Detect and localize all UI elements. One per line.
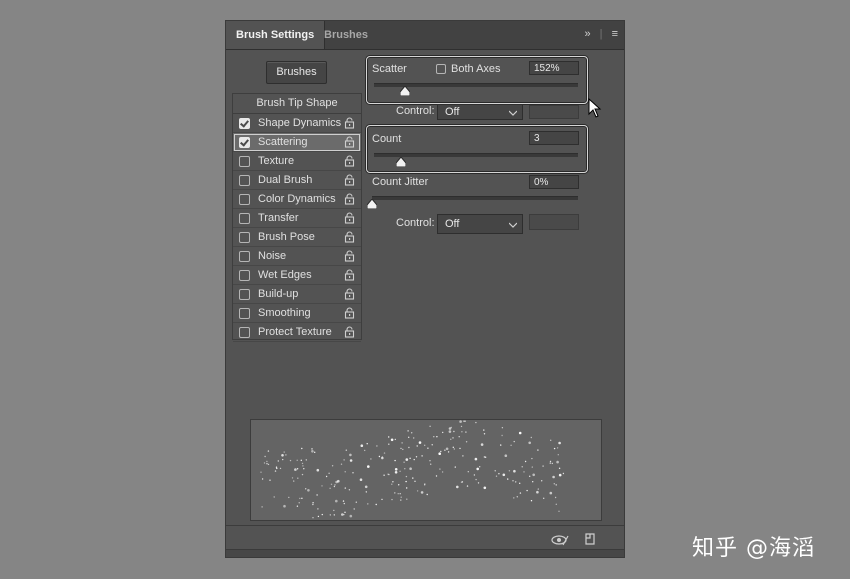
control-2-select[interactable]: Off — [437, 214, 523, 234]
new-brush-icon[interactable] — [584, 533, 596, 545]
list-item-brush-tip-shape[interactable]: Brush Tip Shape — [233, 94, 361, 114]
count-label: Count — [372, 133, 402, 145]
list-item[interactable]: Wet Edges — [233, 266, 361, 285]
list-item-checkbox[interactable] — [239, 289, 250, 300]
list-item[interactable]: Brush Pose — [233, 228, 361, 247]
lock-icon[interactable] — [344, 117, 355, 129]
brushes-button[interactable]: Brushes — [266, 61, 327, 84]
brush-settings-panel: Brush Settings Brushes » | ≡ Brushes Bru… — [225, 20, 625, 558]
list-item[interactable]: Smoothing — [233, 304, 361, 323]
list-item-label: Shape Dynamics — [258, 117, 342, 129]
scattering-settings: Scatter Both Axes 152% Control: Off Coun… — [366, 51, 624, 281]
list-item-checkbox[interactable] — [239, 118, 250, 129]
panel-resize-grip[interactable] — [226, 549, 624, 557]
lock-icon[interactable] — [344, 288, 355, 300]
control-2-extra-field — [529, 214, 579, 230]
list-item-checkbox[interactable] — [239, 327, 250, 338]
list-item-label: Scattering — [258, 136, 308, 148]
tab-brush-settings[interactable]: Brush Settings — [226, 21, 326, 49]
panel-menu-icon[interactable]: ≡ — [612, 28, 618, 40]
panel-tab-bar: Brush Settings Brushes » | ≡ — [226, 21, 624, 50]
list-item-checkbox[interactable] — [239, 175, 250, 186]
panel-bottom-bar — [226, 525, 624, 552]
count-jitter-slider-thumb[interactable] — [367, 199, 377, 209]
lock-icon[interactable] — [344, 250, 355, 262]
lock-icon[interactable] — [344, 136, 355, 148]
count-value-field[interactable]: 3 — [529, 131, 579, 145]
list-item-label: Brush Pose — [258, 231, 315, 243]
list-item[interactable]: Shape Dynamics — [233, 114, 361, 133]
lock-icon[interactable] — [344, 174, 355, 186]
list-item-label: Build-up — [258, 288, 299, 300]
scatter-slider-thumb[interactable] — [399, 86, 410, 96]
list-item-checkbox[interactable] — [239, 213, 250, 224]
list-item-checkbox[interactable] — [239, 156, 250, 167]
lock-icon[interactable] — [344, 307, 355, 319]
scatter-value-field[interactable]: 152% — [529, 61, 579, 75]
control-2-select-value: Off — [445, 218, 460, 230]
brush-stroke-preview — [250, 419, 602, 521]
collapse-icon[interactable]: » — [584, 28, 590, 40]
list-item-label: Protect Texture — [258, 326, 332, 338]
list-item[interactable]: Protect Texture — [233, 323, 361, 342]
lock-icon[interactable] — [344, 212, 355, 224]
control-select-value: Off — [445, 106, 460, 118]
list-item[interactable]: Build-up — [233, 285, 361, 304]
list-item-label: Wet Edges — [258, 269, 312, 281]
list-item[interactable]: Scattering — [233, 133, 361, 152]
eye-toggle-icon[interactable] — [551, 534, 569, 546]
control-select[interactable]: Off — [437, 104, 523, 120]
control-2-label: Control: — [396, 217, 435, 229]
list-item-label: Smoothing — [258, 307, 311, 319]
list-item[interactable]: Color Dynamics — [233, 190, 361, 209]
lock-icon[interactable] — [344, 155, 355, 167]
divider: | — [599, 28, 603, 40]
list-item-label: Dual Brush — [258, 174, 313, 186]
count-jitter-label: Count Jitter — [372, 176, 429, 188]
list-item-checkbox[interactable] — [239, 137, 250, 148]
brush-options-list: Brush Tip Shape Shape Dynamics Scattering… — [232, 93, 362, 342]
panel-tools: » | ≡ — [578, 28, 618, 40]
count-jitter-value-field[interactable]: 0% — [529, 175, 579, 189]
list-item-checkbox[interactable] — [239, 194, 250, 205]
both-axes-checkbox[interactable] — [436, 64, 446, 74]
list-item-label: Color Dynamics — [258, 193, 336, 205]
tab-brushes[interactable]: Brushes — [314, 21, 378, 49]
scatter-dots-image — [260, 420, 565, 519]
scatter-label: Scatter — [372, 63, 407, 75]
list-item[interactable]: Transfer — [233, 209, 361, 228]
chevron-down-icon — [509, 222, 517, 228]
list-item-label: Texture — [258, 155, 295, 167]
list-item-checkbox[interactable] — [239, 232, 250, 243]
list-item-checkbox[interactable] — [239, 251, 250, 262]
list-item[interactable]: Noise — [233, 247, 361, 266]
list-item[interactable]: Dual Brush — [233, 171, 361, 190]
control-label: Control: — [396, 105, 435, 117]
watermark-text: 知乎 @海滔 — [692, 536, 815, 561]
lock-icon[interactable] — [344, 231, 355, 243]
count-jitter-slider-track[interactable] — [372, 196, 578, 200]
lock-icon[interactable] — [344, 326, 355, 338]
list-item-checkbox[interactable] — [239, 308, 250, 319]
list-item-label: Noise — [258, 250, 287, 262]
mouse-cursor-icon — [588, 98, 602, 118]
both-axes-label: Both Axes — [451, 63, 501, 75]
control-extra-field — [529, 105, 579, 119]
list-item-checkbox[interactable] — [239, 270, 250, 281]
chevron-down-icon — [509, 110, 517, 116]
list-item-label: Transfer — [258, 212, 299, 224]
count-slider-thumb[interactable] — [395, 157, 406, 167]
list-item[interactable]: Texture — [233, 152, 361, 171]
lock-icon[interactable] — [344, 193, 355, 205]
lock-icon[interactable] — [344, 269, 355, 281]
